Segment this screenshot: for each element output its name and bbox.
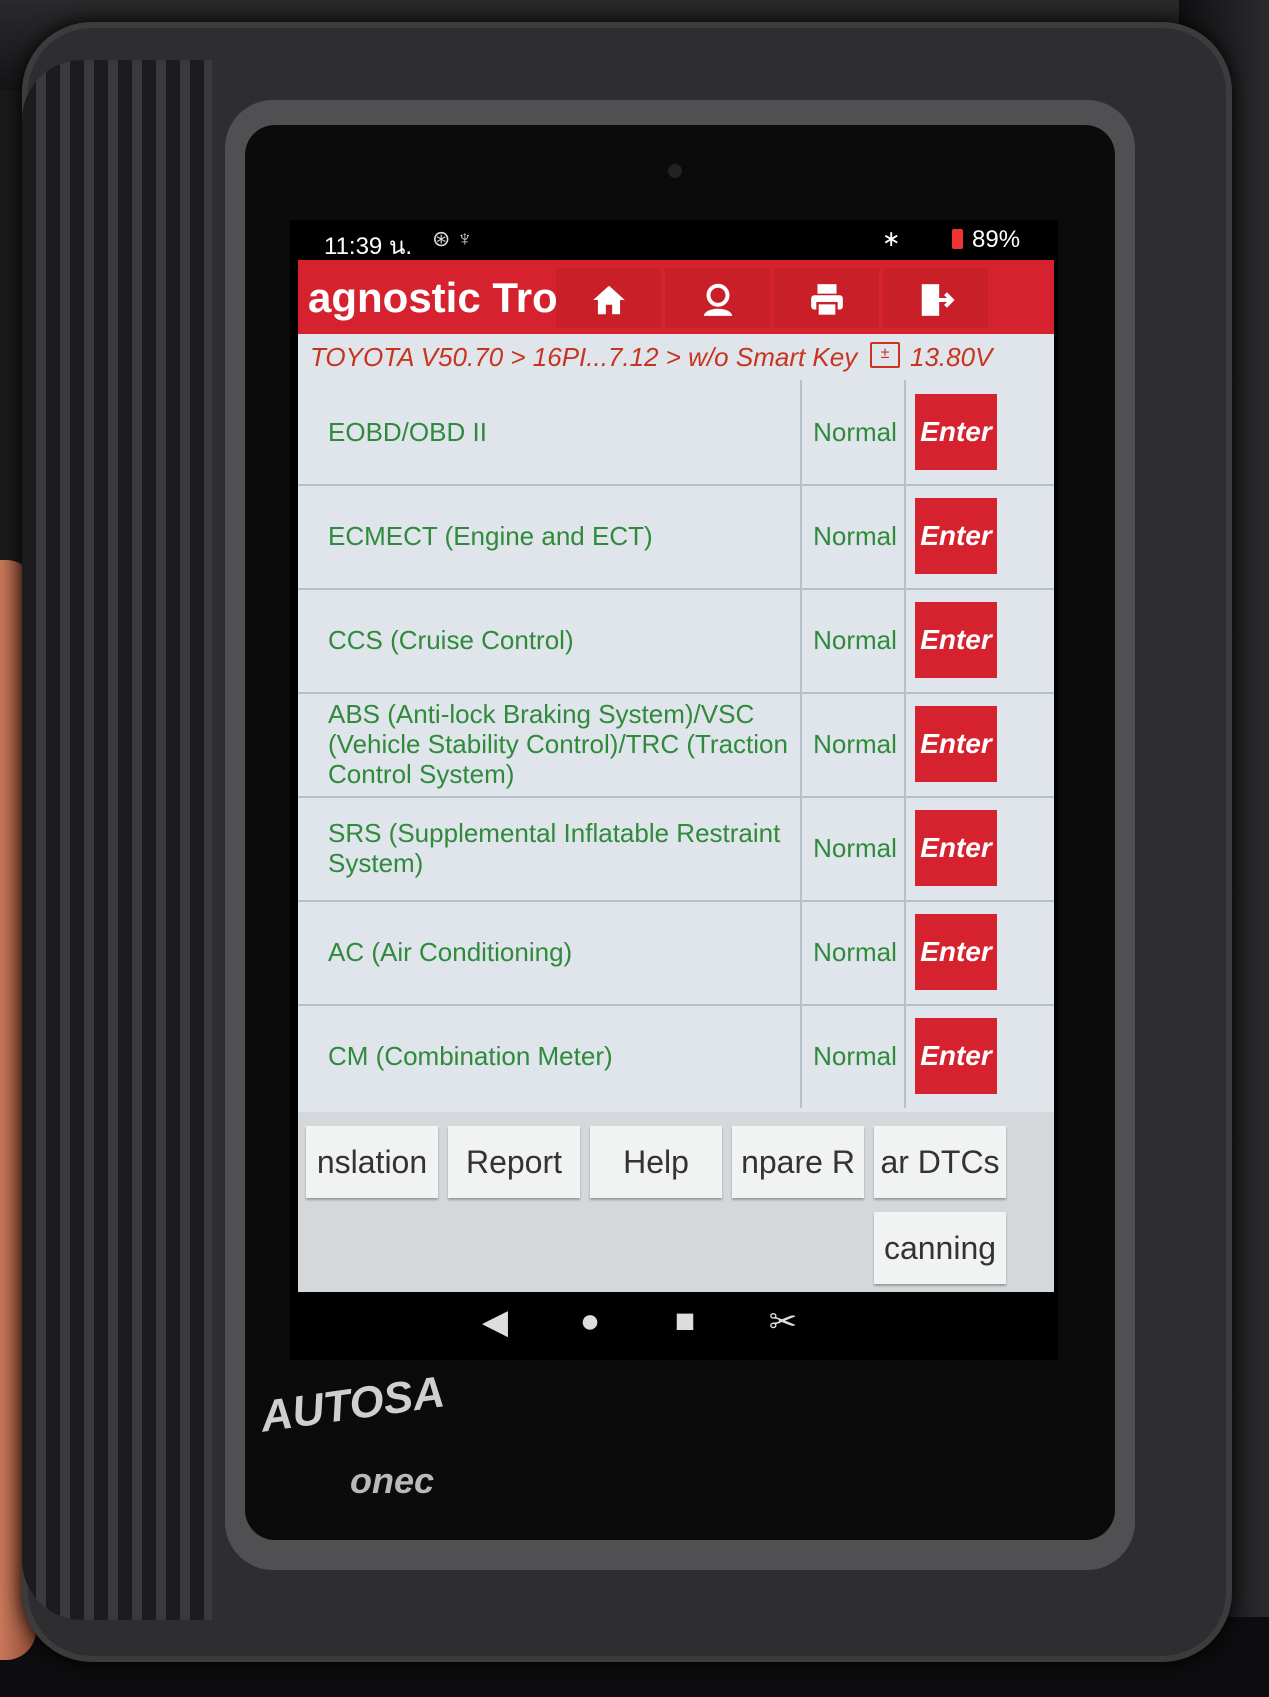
exit-button[interactable] — [883, 268, 988, 328]
system-row: EOBD/OBD II Normal Enter — [298, 380, 1054, 486]
recents-icon[interactable]: ■ — [660, 1302, 710, 1341]
battery-level: 89% — [972, 226, 1021, 253]
scanning-button[interactable]: canning — [874, 1212, 1006, 1284]
enter-button[interactable]: Enter — [915, 394, 997, 470]
home-button[interactable] — [556, 268, 661, 328]
system-status: Normal — [813, 624, 897, 655]
user-icon — [703, 284, 732, 317]
breadcrumb: TOYOTA V50.70 > 16PI...7.12 > w/o Smart … — [298, 334, 1054, 380]
compare-button[interactable]: npare R — [732, 1126, 864, 1198]
voltage-readout: 13.80V — [910, 342, 993, 372]
printer-icon — [810, 284, 843, 318]
system-name: EOBD/OBD II — [328, 417, 487, 447]
enter-button[interactable]: Enter — [915, 914, 997, 990]
user-button[interactable] — [665, 268, 770, 328]
enter-button[interactable]: Enter — [915, 498, 997, 574]
system-status: Normal — [813, 936, 897, 967]
system-status: Normal — [813, 728, 897, 759]
enter-button[interactable]: Enter — [915, 1018, 997, 1094]
system-row: CCS (Cruise Control) Normal Enter — [298, 588, 1054, 694]
system-name: ECMECT (Engine and ECT) — [328, 521, 653, 551]
device-logo-sub: onec — [350, 1460, 435, 1501]
system-row: CM (Combination Meter) Normal Enter — [298, 1004, 1054, 1108]
system-status: Normal — [813, 520, 897, 551]
page-title: agnostic Trou — [308, 274, 558, 321]
home-icon — [592, 286, 625, 315]
system-status: Normal — [813, 416, 897, 447]
notification-icons: ⊛ ♆ — [432, 226, 474, 251]
car-battery-icon: ± — [870, 342, 900, 368]
screenshot-icon[interactable]: ✂ — [758, 1302, 808, 1342]
breadcrumb-path: TOYOTA V50.70 > 16PI...7.12 > w/o Smart … — [310, 342, 858, 372]
system-status: Normal — [813, 1040, 897, 1071]
clear-dtcs-button[interactable]: ar DTCs — [874, 1126, 1006, 1198]
system-list: EOBD/OBD II Normal Enter ECMECT (Engine … — [298, 380, 1054, 1112]
rubber-grip — [22, 60, 212, 1620]
enter-button[interactable]: Enter — [915, 602, 997, 678]
system-name: ABS (Anti-lock Braking System)/VSC (Vehi… — [328, 699, 788, 789]
exit-icon — [921, 284, 955, 317]
system-name: CCS (Cruise Control) — [328, 625, 574, 655]
translation-button[interactable]: nslation — [306, 1126, 438, 1198]
system-name: CM (Combination Meter) — [328, 1041, 613, 1071]
function-bar: nslation Report Help npare R ar DTCs can… — [298, 1112, 1054, 1292]
system-row: ECMECT (Engine and ECT) Normal Enter — [298, 484, 1054, 590]
enter-button[interactable]: Enter — [915, 706, 997, 782]
home-nav-icon[interactable]: ● — [565, 1302, 615, 1341]
report-button[interactable]: Report — [448, 1126, 580, 1198]
app-toolbar: agnostic Trou — [298, 260, 1054, 334]
back-icon[interactable]: ◀ — [470, 1302, 520, 1342]
system-status: Normal — [813, 832, 897, 863]
camera-icon — [668, 164, 682, 178]
enter-button[interactable]: Enter — [915, 810, 997, 886]
system-row: SRS (Supplemental Inflatable Restraint S… — [298, 796, 1054, 902]
system-row: AC (Air Conditioning) Normal Enter — [298, 900, 1054, 1006]
battery-icon — [952, 229, 963, 249]
system-row: ABS (Anti-lock Braking System)/VSC (Vehi… — [298, 692, 1054, 798]
status-bar: 11:39 น. ⊛ ♆ ∗ 89% — [290, 220, 1058, 260]
system-name: AC (Air Conditioning) — [328, 937, 573, 967]
system-name: SRS (Supplemental Inflatable Restraint S… — [328, 818, 781, 878]
print-button[interactable] — [774, 268, 879, 328]
bluetooth-icon: ∗ — [882, 226, 901, 251]
screen: 11:39 น. ⊛ ♆ ∗ 89% agnostic Trou TOYOTA … — [290, 220, 1058, 1360]
help-button[interactable]: Help — [590, 1126, 722, 1198]
android-nav-bar: ◀ ● ■ ✂ — [290, 1292, 1058, 1360]
